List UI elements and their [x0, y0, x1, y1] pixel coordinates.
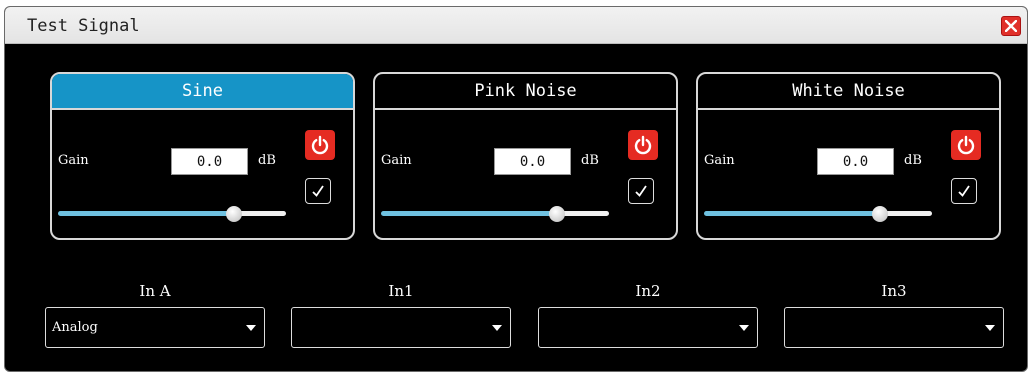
- input-label-in3: In3: [881, 282, 907, 300]
- slider-fill: [58, 211, 234, 216]
- input-label-in2: In2: [635, 282, 661, 300]
- enable-checkbox[interactable]: [305, 178, 331, 204]
- gain-slider[interactable]: [381, 206, 609, 222]
- slider-fill: [704, 211, 880, 216]
- tab-pink-noise[interactable]: Pink Noise: [375, 74, 676, 110]
- check-icon: [958, 185, 970, 197]
- input-select-in-a[interactable]: Analog: [45, 307, 265, 348]
- unit-label: dB: [581, 153, 599, 168]
- input-select-in2[interactable]: [538, 307, 758, 348]
- close-icon: [1005, 20, 1017, 32]
- input-label-in-a: In A: [139, 282, 171, 300]
- close-button[interactable]: [1001, 16, 1021, 36]
- title-bar: Test Signal: [5, 7, 1027, 44]
- test-signal-window: Test Signal Sine Gain 0.0 dB Pink Noise …: [4, 6, 1028, 372]
- check-icon: [635, 185, 647, 197]
- unit-label: dB: [258, 153, 276, 168]
- input-select-in1[interactable]: [291, 307, 511, 348]
- chevron-down-icon: [246, 325, 256, 331]
- chevron-down-icon: [492, 325, 502, 331]
- slider-thumb[interactable]: [226, 206, 242, 222]
- power-icon: [311, 135, 329, 155]
- slider-thumb[interactable]: [549, 206, 565, 222]
- gain-slider[interactable]: [704, 206, 932, 222]
- gain-label: Gain: [58, 153, 89, 168]
- generator-panel-white-noise: White Noise Gain 0.0 dB: [696, 72, 1001, 240]
- generator-panel-sine: Sine Gain 0.0 dB: [50, 72, 355, 240]
- input-label-in1: In1: [388, 282, 414, 300]
- enable-checkbox[interactable]: [951, 178, 977, 204]
- tab-white-noise[interactable]: White Noise: [698, 74, 999, 110]
- power-button[interactable]: [305, 130, 335, 160]
- chevron-down-icon: [739, 325, 749, 331]
- gain-input[interactable]: 0.0: [171, 148, 248, 175]
- power-icon: [957, 135, 975, 155]
- enable-checkbox[interactable]: [628, 178, 654, 204]
- slider-fill: [381, 211, 557, 216]
- power-button[interactable]: [951, 130, 981, 160]
- unit-label: dB: [904, 153, 922, 168]
- power-button[interactable]: [628, 130, 658, 160]
- gain-input[interactable]: 0.0: [494, 148, 571, 175]
- select-value: Analog: [52, 320, 98, 335]
- power-icon: [634, 135, 652, 155]
- slider-thumb[interactable]: [872, 206, 888, 222]
- gain-slider[interactable]: [58, 206, 286, 222]
- chevron-down-icon: [985, 325, 995, 331]
- check-icon: [312, 185, 324, 197]
- gain-input[interactable]: 0.0: [817, 148, 894, 175]
- generator-panel-pink-noise: Pink Noise Gain 0.0 dB: [373, 72, 678, 240]
- tab-sine[interactable]: Sine: [52, 74, 353, 110]
- input-select-in3[interactable]: [784, 307, 1004, 348]
- gain-label: Gain: [704, 153, 735, 168]
- window-title: Test Signal: [27, 16, 140, 36]
- gain-label: Gain: [381, 153, 412, 168]
